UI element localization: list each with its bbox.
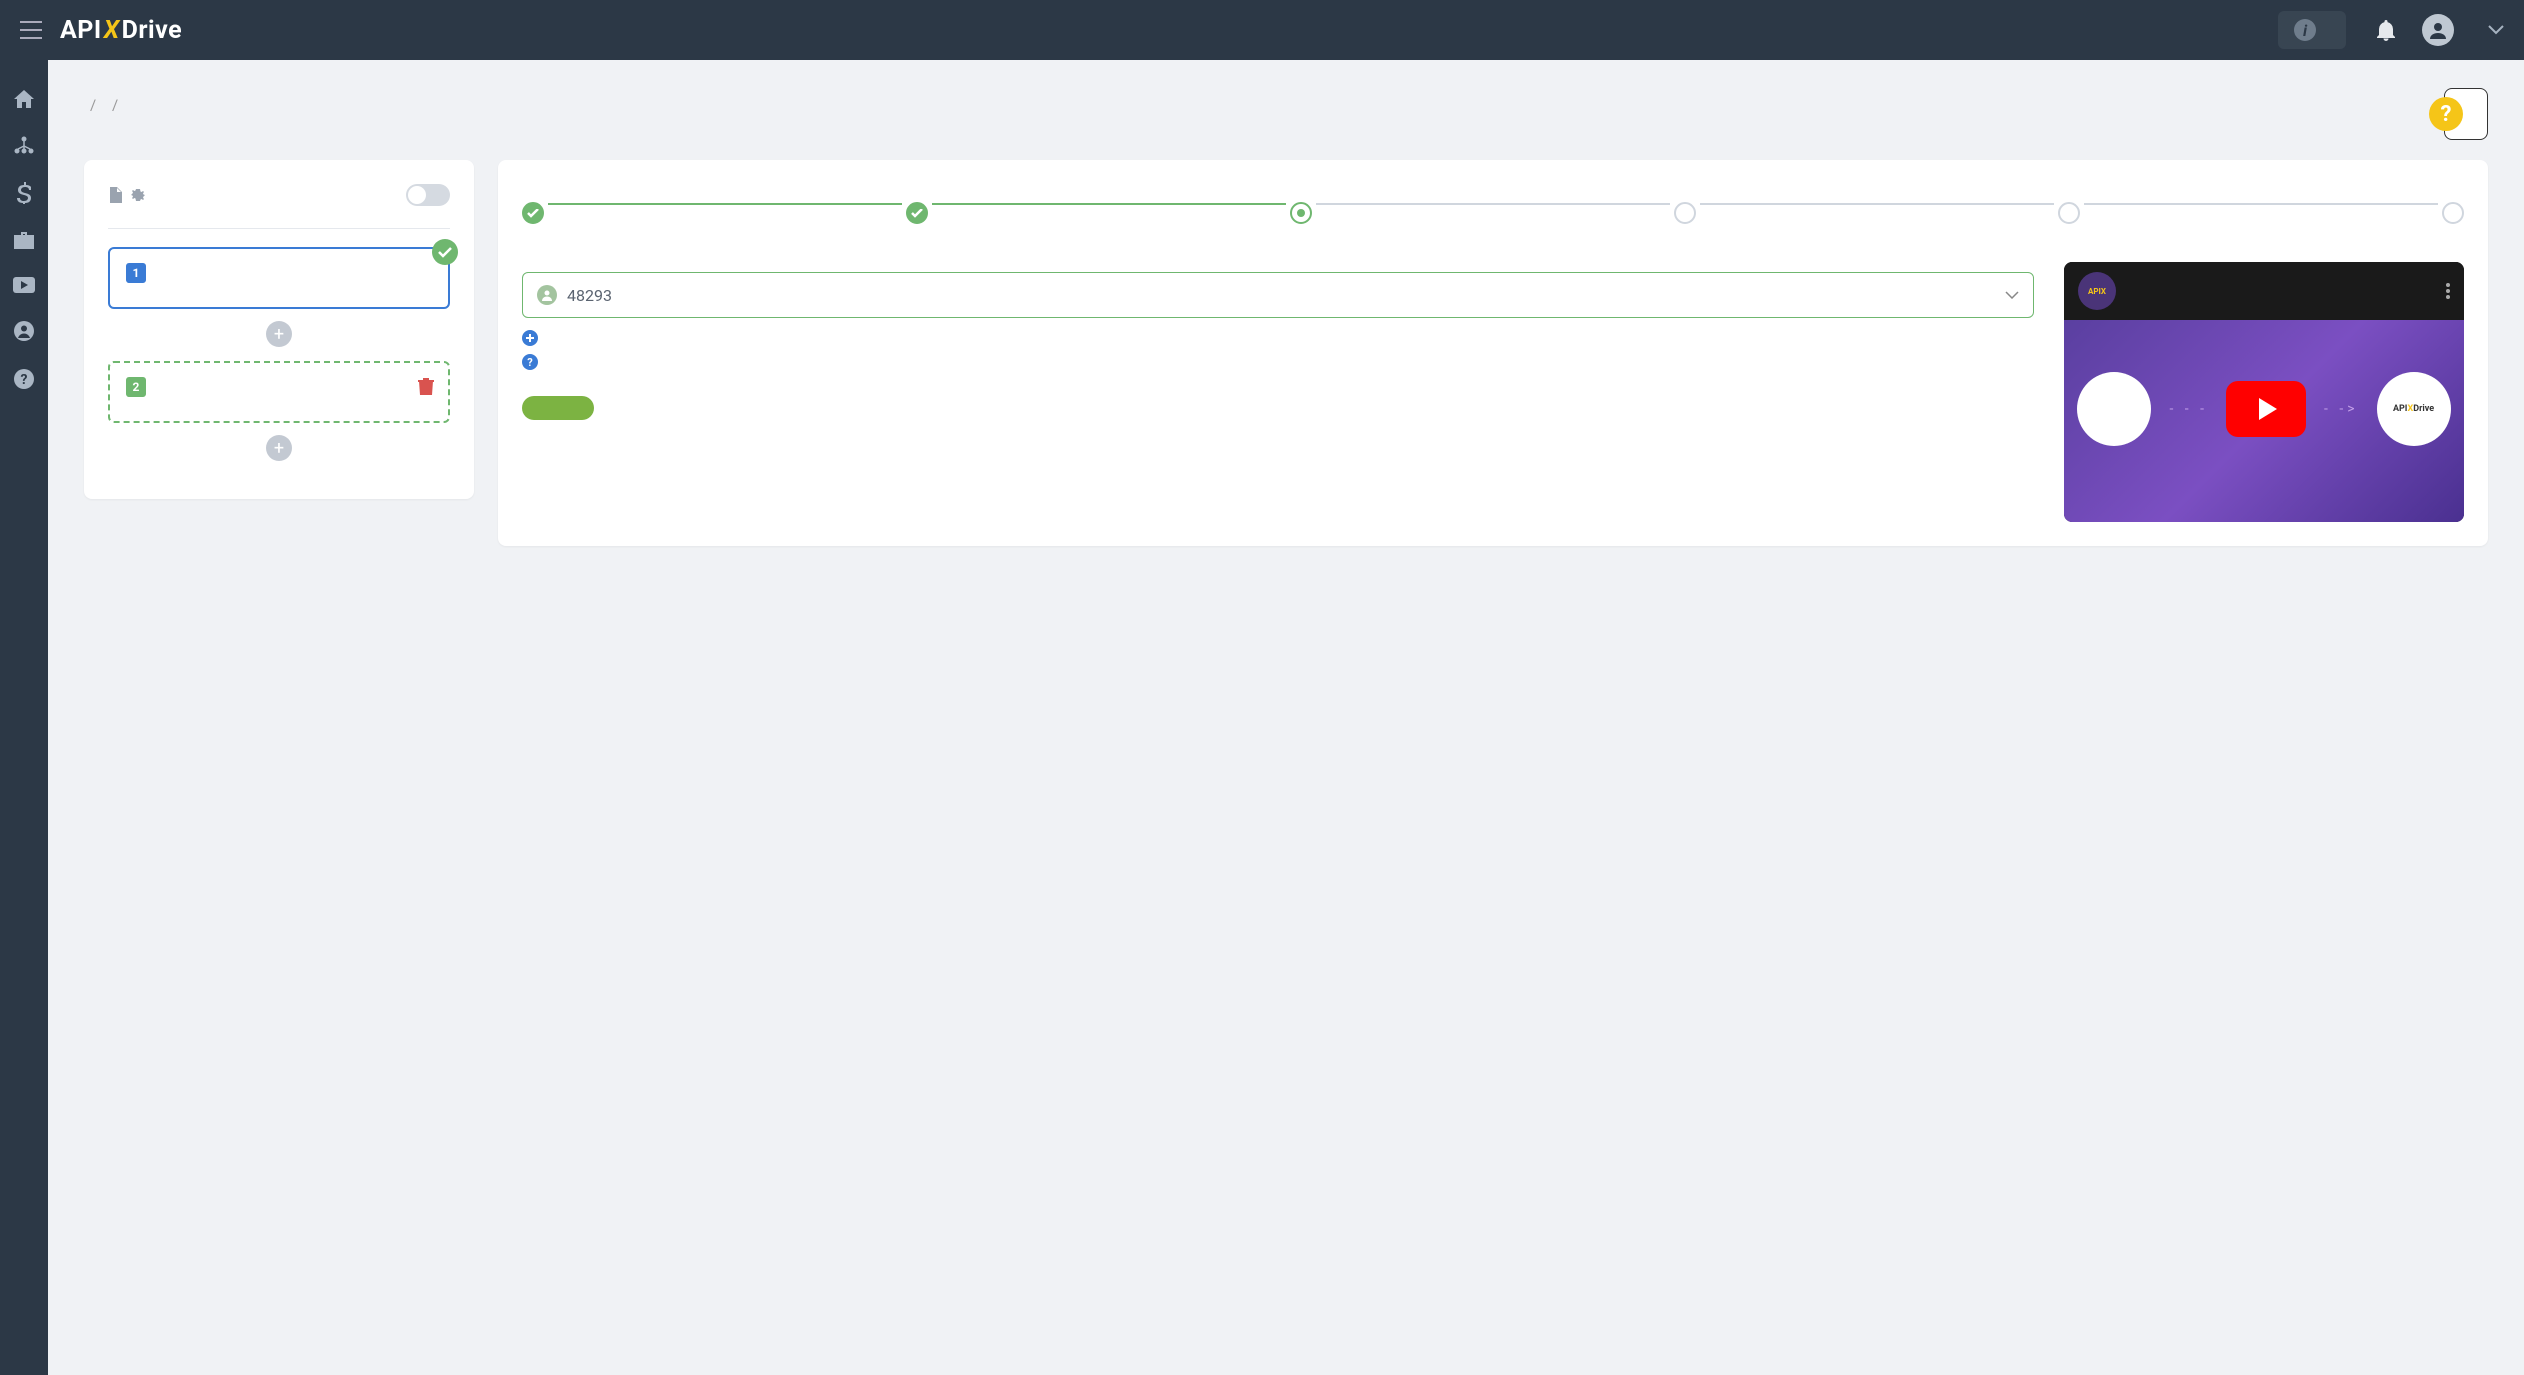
hubspot-logo [2077, 372, 2151, 446]
breadcrumb: / / [84, 96, 124, 114]
settings-panel: 48293 ? [498, 160, 2488, 546]
reference-link[interactable]: ? [522, 354, 2034, 370]
apixdrive-logo: APIXDrive [2377, 372, 2451, 446]
video-channel-icon: APIX [2078, 272, 2116, 310]
logo[interactable]: APIXDrive [60, 16, 182, 45]
question-icon: ? [2429, 97, 2463, 131]
actions-counter[interactable]: i [2278, 11, 2346, 49]
connection-title [108, 187, 146, 203]
chevron-down-icon[interactable] [2488, 25, 2504, 35]
step-action[interactable] [906, 202, 928, 234]
step-access[interactable] [1290, 202, 1312, 234]
hamburger-icon[interactable] [20, 21, 42, 39]
connections-icon[interactable] [14, 136, 34, 154]
connection-panel: 1 + 2 + [84, 160, 474, 499]
profile-icon[interactable] [14, 321, 34, 341]
plus-circle-icon [522, 330, 538, 346]
svg-text:?: ? [527, 356, 533, 369]
source-title: 1 [126, 263, 432, 283]
continue-button[interactable] [522, 396, 594, 420]
person-icon [537, 285, 557, 305]
tutorial-video[interactable]: APIX - - - - -> APIXDrive [2064, 262, 2464, 522]
user-avatar-icon[interactable] [2422, 14, 2454, 46]
step-finish[interactable] [2442, 202, 2464, 234]
source-box: 1 [108, 247, 450, 309]
video-menu-icon[interactable] [2446, 283, 2450, 299]
step-settings[interactable] [1674, 202, 1696, 234]
help-button[interactable]: ? [2444, 88, 2488, 140]
top-bar: APIXDrive i [0, 0, 2524, 60]
step-system[interactable] [522, 202, 544, 234]
login-select[interactable]: 48293 [522, 272, 2034, 318]
step-test[interactable] [2058, 202, 2080, 234]
stepper [522, 202, 2464, 234]
add-destination-button[interactable]: + [266, 435, 292, 461]
home-icon[interactable] [14, 90, 34, 108]
svg-text:?: ? [21, 372, 28, 388]
login-value: 48293 [567, 286, 612, 305]
help-icon[interactable]: ? [14, 369, 34, 389]
video-icon[interactable] [13, 277, 35, 293]
connection-toggle[interactable] [406, 184, 450, 206]
billing-icon[interactable] [17, 182, 31, 204]
add-source-button[interactable]: + [266, 321, 292, 347]
bell-icon[interactable] [2376, 19, 2396, 41]
chevron-down-icon [2005, 291, 2019, 299]
question-circle-icon: ? [522, 354, 538, 370]
destination-title: 2 [126, 377, 432, 397]
gear-icon[interactable] [130, 187, 146, 203]
briefcase-icon[interactable] [14, 232, 34, 249]
connection-subtitle [108, 218, 450, 229]
check-icon [432, 239, 458, 265]
document-icon[interactable] [108, 187, 122, 203]
sidebar: ? [0, 60, 48, 1375]
main-content: / / ? [48, 60, 2524, 1375]
info-icon: i [2294, 19, 2316, 41]
connect-account-link[interactable] [522, 330, 2034, 346]
destination-box: 2 [108, 361, 450, 423]
play-icon[interactable] [2226, 381, 2306, 437]
trash-icon[interactable] [418, 377, 434, 395]
